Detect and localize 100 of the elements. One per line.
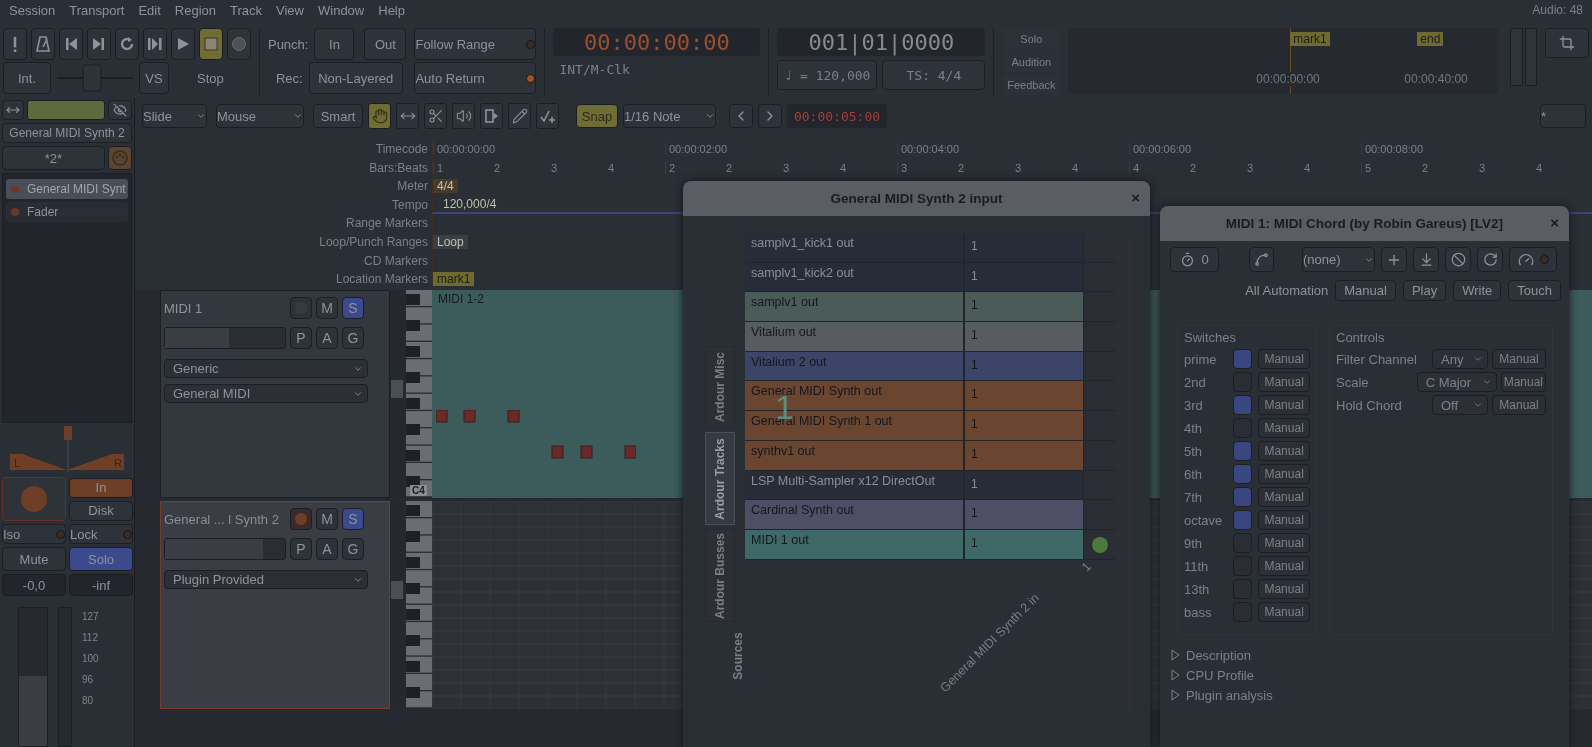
automation-mode-button[interactable]: Play [1402,280,1447,301]
track-header[interactable]: General ... l Synth 2 M S P A G Plugin Provided [160,501,390,709]
control-dropdown[interactable]: Any [1432,349,1488,369]
vertical-tab[interactable]: Ardour Tracks [705,432,735,525]
solo-button[interactable]: S [342,297,364,319]
menu-item[interactable]: View [276,2,304,18]
transport-button[interactable] [199,28,223,60]
menu-item[interactable]: Transport [69,2,125,18]
lock-button[interactable]: Lock [69,524,133,544]
automation-mode-button[interactable]: Manual [1258,372,1310,392]
automation-mode-button[interactable]: Manual [1258,533,1310,553]
transport-button[interactable] [3,28,27,60]
automation-mode-button[interactable]: Manual [1492,395,1546,415]
solo-button[interactable]: Solo [69,547,133,571]
edit-tool-button[interactable] [480,103,503,129]
menu-item[interactable]: Window [318,2,365,18]
menu-item[interactable]: Session [9,2,56,18]
delete-preset-button[interactable] [1445,247,1471,272]
crop-button[interactable] [1545,28,1589,58]
track-color-bar[interactable] [27,100,105,120]
edit-tool-button[interactable] [508,103,531,129]
grid-dropdown[interactable]: 1/16 Note [623,104,716,128]
edit-tool-button[interactable] [368,103,391,129]
reset-button[interactable] [1477,247,1503,272]
monitor-input-button[interactable]: In [69,477,133,498]
edit-tool-button[interactable] [424,103,447,129]
ripple-mode-dropdown[interactable]: Mouse [216,104,304,128]
automation-mode-button[interactable]: Manual [1258,349,1310,369]
punch-out-button[interactable]: Out [364,28,407,60]
switch-checkbox[interactable] [1233,464,1253,484]
transport-button[interactable] [87,28,111,60]
close-button[interactable]: × [1131,189,1140,206]
track-option-button[interactable]: P [290,327,312,349]
latency-button[interactable]: 0 [1170,247,1219,272]
track-dropdown[interactable]: Generic [164,359,368,378]
edit-tool-button[interactable] [396,103,419,129]
automation-mode-button[interactable]: Manual [1258,602,1310,622]
automation-mode-button[interactable]: Manual [1258,464,1310,484]
automation-mode-button[interactable]: Manual [1492,349,1546,369]
connection-dot[interactable] [1092,536,1108,553]
automation-mode-button[interactable]: Touch [1508,280,1561,301]
track-option-button[interactable]: G [342,538,364,560]
switch-checkbox[interactable] [1233,441,1253,461]
processor-item[interactable]: Fader [6,202,128,222]
vertical-tab[interactable]: Ardour Misc [705,346,735,428]
input-button[interactable]: *2* [2,146,105,170]
record-arm-button[interactable] [290,508,312,530]
automation-mode-button[interactable]: Manual [1258,510,1310,530]
auto-return-button[interactable]: Auto Return [414,62,537,94]
strip-name-button[interactable]: General MIDI Synth 2 [2,123,132,143]
switch-checkbox[interactable] [1233,487,1253,507]
transport-button[interactable] [171,28,195,60]
record-enable-button[interactable] [2,477,66,521]
varispeed-button[interactable]: VS [139,62,169,94]
automation-mode-button[interactable]: Manual [1258,395,1310,415]
transport-button[interactable] [31,28,55,60]
record-mode-button[interactable]: Non-Layered [308,62,403,94]
menu-item[interactable]: Track [230,2,263,18]
mute-button[interactable]: M [316,297,338,319]
switch-checkbox[interactable] [1233,349,1253,369]
smart-mode-button[interactable]: Smart [313,104,363,128]
expander[interactable]: Description [1170,645,1561,665]
add-preset-button[interactable] [1381,247,1407,272]
automation-mode-button[interactable]: Manual [1258,556,1310,576]
hide-button[interactable] [108,100,132,120]
switch-checkbox[interactable] [1233,395,1253,415]
track-option-button[interactable]: A [316,327,338,349]
edit-mode-dropdown[interactable]: Slide [142,104,207,128]
close-button[interactable]: × [1550,214,1559,231]
expander[interactable]: CPU Profile [1170,665,1561,685]
width-button[interactable] [2,100,24,120]
transport-button[interactable] [59,28,83,60]
automation-mode-button[interactable]: Write [1453,280,1502,301]
edit-tool-button[interactable] [452,103,475,129]
expander[interactable]: Plugin analysis [1170,685,1561,705]
transport-button[interactable] [115,28,139,60]
control-dropdown[interactable]: C Major [1416,372,1497,392]
vertical-tab[interactable]: Ardour Busses [705,529,735,622]
mini-timeline[interactable]: mark1 end 00:00:00:00 00:00:40:00 [1068,28,1498,94]
track-dropdown[interactable]: General MIDI [164,384,368,403]
mute-button[interactable]: M [316,508,338,530]
internal-sync-button[interactable]: Int. [3,62,51,94]
punch-in-button[interactable]: In [314,28,355,60]
automation-mode-button[interactable]: Manual [1258,441,1310,461]
menu-item[interactable]: Edit [138,2,161,18]
gain-fader[interactable] [18,607,48,747]
pinout-button[interactable] [1249,247,1274,272]
menu-item[interactable]: Region [174,2,216,18]
transport-button[interactable] [227,28,251,60]
track-dropdown[interactable]: Plugin Provided [164,570,368,589]
monitor-disk-button[interactable]: Disk [69,500,133,521]
save-preset-button[interactable] [1413,247,1439,272]
preset-dropdown[interactable]: (none) [1302,247,1375,272]
bypass-button[interactable] [1509,247,1557,272]
track-option-button[interactable]: P [290,538,312,560]
zoom-focus-dropdown[interactable]: * [1540,104,1586,128]
track-header[interactable]: MIDI 1 M S P A G Generic General MIDI [160,290,390,498]
processor-item[interactable]: General MIDI Synt [6,179,128,199]
edit-tool-button[interactable] [536,103,559,129]
nudge-back-button[interactable] [729,104,753,128]
